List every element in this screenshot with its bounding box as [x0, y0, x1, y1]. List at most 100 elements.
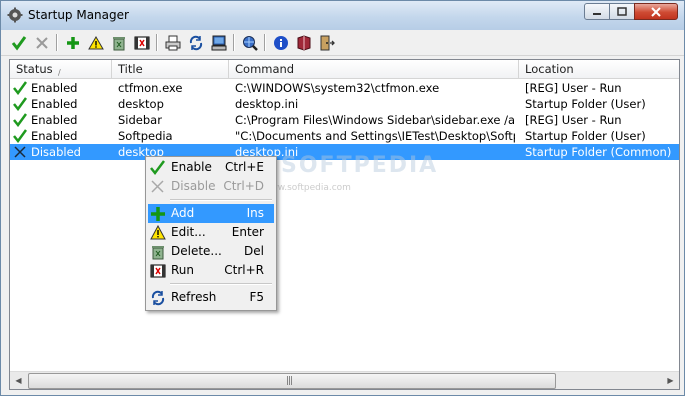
minimize-icon: [593, 12, 601, 15]
enable-check-icon: [11, 35, 27, 50]
help-book-icon: [297, 34, 311, 51]
minimize-button[interactable]: [584, 3, 610, 20]
menu-item-edit[interactable]: Edit... Enter: [148, 223, 274, 242]
enable-button[interactable]: [9, 33, 29, 52]
column-header-label: Command: [235, 62, 295, 76]
exit-button[interactable]: [317, 33, 337, 52]
add-button[interactable]: [63, 33, 83, 52]
title-cell: Softpedia: [118, 129, 173, 143]
enable-check-icon: [150, 160, 165, 176]
table-row[interactable]: Enabled Sidebar C:\Program Files\Windows…: [10, 112, 679, 128]
location-cell: Startup Folder (User): [525, 129, 646, 143]
menu-item-shortcut: Ctrl+R: [224, 263, 264, 277]
toolbar-separator: [56, 34, 58, 51]
column-header-title[interactable]: Title: [112, 60, 229, 78]
run-film-icon: [134, 36, 150, 49]
edit-button[interactable]: [86, 33, 106, 52]
scrollbar-thumb[interactable]: |||: [28, 373, 556, 389]
enabled-check-icon: [13, 81, 27, 95]
menu-item-shortcut: Del: [244, 244, 264, 258]
menu-item-label: Delete...: [171, 244, 222, 258]
command-cell: C:\Program Files\Windows Sidebar\sidebar…: [235, 113, 515, 127]
menu-item-enable[interactable]: Enable Ctrl+E: [148, 158, 274, 177]
info-button[interactable]: [271, 33, 291, 52]
enabled-check-icon: [13, 129, 27, 143]
table-row[interactable]: Enabled desktop desktop.ini Startup Fold…: [10, 96, 679, 112]
menu-item-refresh[interactable]: Refresh F5: [148, 288, 274, 307]
column-header-label: Title: [118, 62, 143, 76]
disabled-x-icon: [14, 146, 26, 158]
computer-button[interactable]: [209, 33, 229, 52]
menu-item-delete[interactable]: Delete... Del: [148, 242, 274, 261]
column-header-label: Location: [525, 62, 574, 76]
status-cell: Enabled: [31, 81, 78, 95]
edit-warning-icon: [150, 225, 166, 240]
toolbar: [1, 30, 684, 56]
close-button[interactable]: [634, 3, 678, 20]
enabled-check-icon: [13, 97, 27, 111]
add-plus-icon: [67, 36, 79, 49]
status-cell: Enabled: [31, 113, 78, 127]
softpedia-watermark: SOFTPEDIA: [281, 153, 439, 178]
table-row[interactable]: Enabled Softpedia "C:\Documents and Sett…: [10, 128, 679, 144]
edit-warning-icon: [88, 35, 104, 49]
menu-separator: [170, 199, 272, 201]
column-header-status[interactable]: Status ∕: [10, 60, 112, 78]
refresh-icon: [151, 290, 165, 306]
location-cell: Startup Folder (Common): [525, 145, 672, 159]
menu-item-shortcut: F5: [249, 290, 264, 304]
menu-item-disable[interactable]: Disable Ctrl+D: [148, 177, 274, 196]
table-row[interactable]: Enabled ctfmon.exe C:\WINDOWS\system32\c…: [10, 80, 679, 96]
menu-separator: [170, 283, 272, 285]
status-cell: Enabled: [31, 97, 78, 111]
disable-button[interactable]: [32, 33, 52, 52]
command-cell: "C:\Documents and Settings\IETest\Deskto…: [235, 129, 515, 143]
delete-recycle-icon: [152, 246, 164, 260]
menu-item-label: Run: [171, 263, 195, 277]
menu-item-run[interactable]: Run Ctrl+R: [148, 261, 274, 280]
context-menu: Enable Ctrl+E Disable Ctrl+D Add Ins Edi…: [145, 156, 277, 311]
startup-items-list[interactable]: Status ∕ Title Command Location Enabled …: [9, 59, 680, 390]
delete-button[interactable]: [109, 33, 129, 52]
maximize-icon: [617, 6, 627, 16]
search-button[interactable]: [240, 33, 260, 52]
title-cell: Sidebar: [118, 113, 162, 127]
refresh-icon: [189, 35, 203, 50]
refresh-button[interactable]: [186, 33, 206, 52]
exit-door-icon: [320, 35, 335, 50]
column-header-command[interactable]: Command: [229, 60, 519, 78]
horizontal-scrollbar[interactable]: ◀ ||| ▶: [10, 371, 679, 389]
print-button[interactable]: [163, 33, 183, 52]
delete-recycle-icon: [113, 36, 125, 50]
title-cell: desktop: [118, 97, 164, 111]
menu-item-label: Edit...: [171, 225, 206, 239]
title-bar[interactable]: Startup Manager: [1, 1, 684, 30]
scroll-left-arrow-icon[interactable]: ◀: [10, 372, 27, 389]
help-button[interactable]: [294, 33, 314, 52]
info-icon: [274, 35, 288, 50]
menu-item-shortcut: Ctrl+D: [223, 179, 264, 193]
disable-x-icon: [151, 180, 164, 193]
maximize-button[interactable]: [609, 3, 635, 20]
run-button[interactable]: [132, 33, 152, 52]
print-icon: [165, 35, 181, 50]
menu-item-shortcut: Enter: [231, 225, 264, 239]
status-cell: Enabled: [31, 129, 78, 143]
menu-item-shortcut: Ins: [246, 206, 264, 220]
add-plus-icon: [151, 207, 165, 221]
toolbar-separator: [264, 34, 266, 51]
menu-item-label: Disable: [171, 179, 216, 193]
scroll-right-arrow-icon[interactable]: ▶: [662, 372, 679, 389]
column-header-location[interactable]: Location: [519, 60, 679, 78]
enabled-check-icon: [13, 113, 27, 127]
column-header-label: Status: [16, 62, 53, 76]
menu-item-label: Refresh: [171, 290, 217, 304]
window-controls: [584, 3, 678, 21]
disable-x-icon: [36, 36, 48, 49]
list-header: Status ∕ Title Command Location: [10, 60, 679, 79]
menu-item-add[interactable]: Add Ins: [148, 204, 274, 223]
menu-item-shortcut: Ctrl+E: [225, 160, 264, 174]
startup-manager-window: Startup Manager Status ∕ Title Command L…: [0, 0, 685, 396]
menu-item-label: Enable: [171, 160, 212, 174]
location-cell: Startup Folder (User): [525, 97, 646, 111]
